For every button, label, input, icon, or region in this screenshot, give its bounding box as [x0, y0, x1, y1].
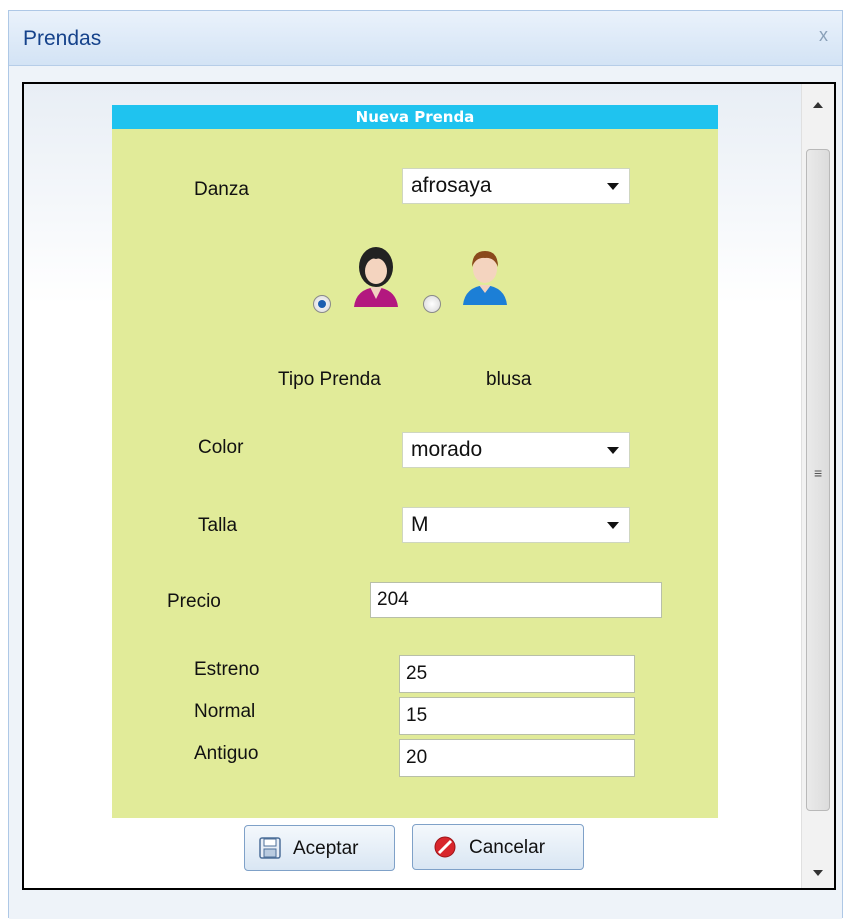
talla-select[interactable]: M	[402, 507, 630, 543]
precio-value: 204	[377, 589, 409, 610]
cancel-icon	[434, 836, 456, 858]
female-user-icon	[354, 247, 398, 307]
color-select[interactable]: morado	[402, 432, 630, 468]
scroll-down-arrow-icon[interactable]	[813, 870, 823, 876]
danza-select[interactable]: afrosaya	[402, 168, 630, 204]
danza-value: afrosaya	[411, 174, 492, 197]
normal-value: 15	[406, 705, 428, 726]
tipo-prenda-label: Tipo Prenda	[278, 369, 381, 390]
cancelar-label: Cancelar	[469, 837, 546, 858]
window-titlebar[interactable]: Prendas x	[9, 11, 842, 66]
estreno-input[interactable]: 25	[399, 655, 635, 693]
window-title: Prendas	[23, 27, 102, 50]
normal-input[interactable]: 15	[399, 697, 635, 735]
estreno-value: 25	[406, 663, 428, 684]
aceptar-button[interactable]: Aceptar	[244, 825, 395, 871]
color-label: Color	[198, 437, 244, 458]
form-frame: Nueva Prenda Danza afrosaya Tipo Prenda …	[22, 82, 836, 890]
vertical-scrollbar[interactable]: ≡	[801, 84, 834, 888]
antiguo-input[interactable]: 20	[399, 739, 635, 777]
antiguo-label: Antiguo	[194, 743, 259, 764]
chevron-down-icon	[607, 183, 619, 190]
female-radio[interactable]	[313, 295, 331, 313]
talla-label: Talla	[198, 515, 238, 536]
color-value: morado	[411, 438, 483, 461]
cancelar-button[interactable]: Cancelar	[412, 824, 584, 870]
chevron-down-icon	[607, 447, 619, 454]
scroll-up-arrow-icon[interactable]	[813, 102, 823, 108]
nueva-prenda-panel: Nueva Prenda Danza afrosaya Tipo Prenda …	[112, 105, 718, 818]
precio-input[interactable]: 204	[370, 582, 662, 618]
precio-label: Precio	[167, 591, 221, 612]
danza-label: Danza	[194, 179, 249, 200]
scrollbar-thumb[interactable]: ≡	[806, 149, 830, 811]
antiguo-value: 20	[406, 747, 428, 768]
male-user-icon	[463, 251, 507, 305]
male-radio[interactable]	[423, 295, 441, 313]
aceptar-label: Aceptar	[293, 838, 359, 859]
grip-icon: ≡	[814, 465, 823, 481]
tipo-prenda-value: blusa	[486, 369, 532, 390]
floppy-disk-icon	[259, 837, 281, 859]
close-icon[interactable]: x	[819, 25, 828, 46]
panel-header: Nueva Prenda	[112, 105, 718, 129]
talla-value: M	[411, 513, 429, 536]
chevron-down-icon	[607, 522, 619, 529]
estreno-label: Estreno	[194, 659, 260, 680]
normal-label: Normal	[194, 701, 256, 722]
